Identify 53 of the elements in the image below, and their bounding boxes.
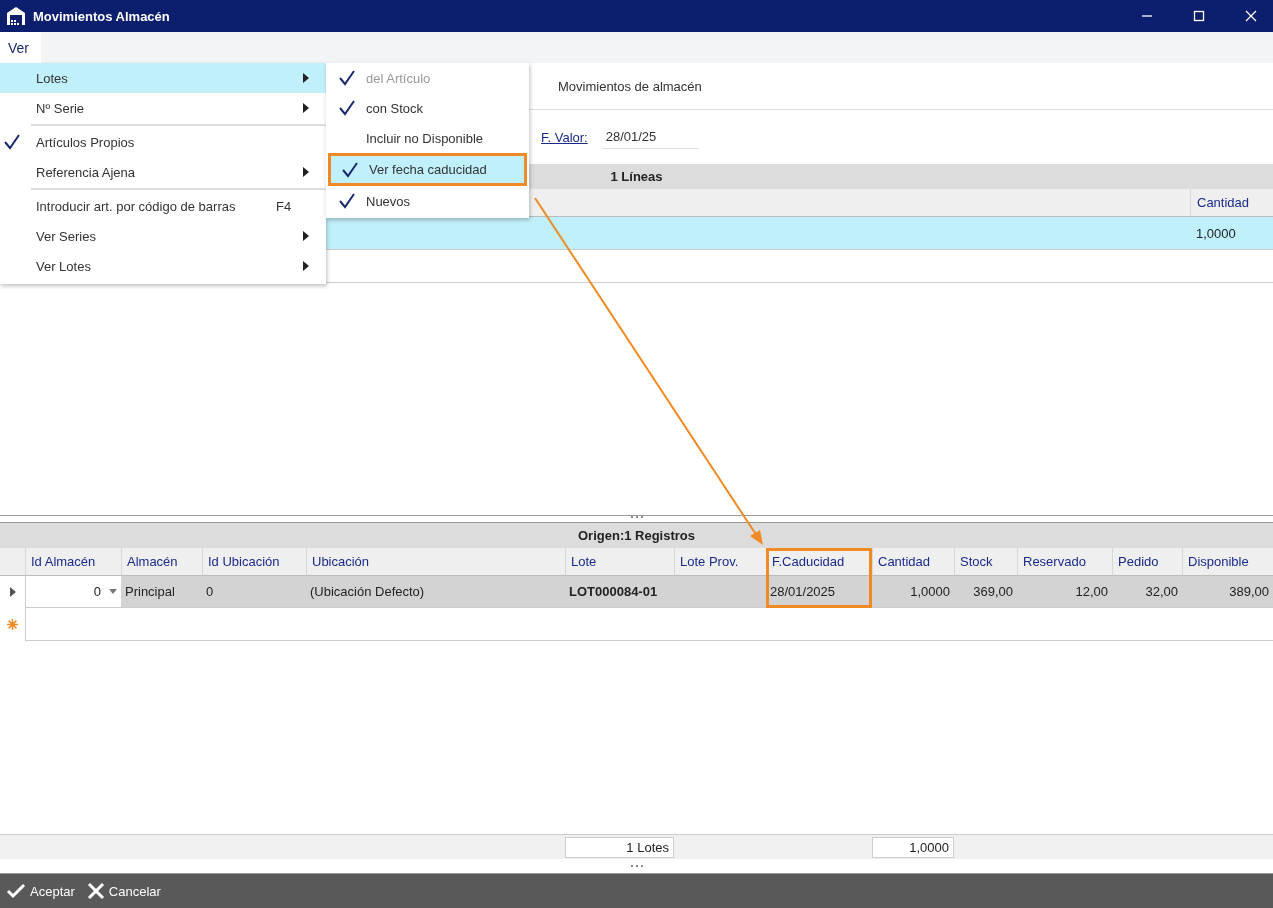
- column-header[interactable]: Reservado: [1017, 548, 1112, 576]
- date-link[interactable]: F. Valor:: [541, 129, 588, 145]
- column-header[interactable]: Almacén: [121, 548, 202, 576]
- column-header[interactable]: Pedido: [1112, 548, 1182, 576]
- table-cell: 0: [202, 576, 306, 608]
- grid-title: 1 Líneas: [610, 169, 663, 184]
- new-row-icon: [7, 619, 18, 630]
- table-cell: LOT000084-01: [565, 576, 674, 608]
- table-cell-text: 1,0000: [1195, 224, 1237, 243]
- window-title: Movimientos Almacén: [33, 8, 170, 24]
- column-header[interactable]: Lote Prov.: [674, 548, 766, 576]
- checkmark-icon: [6, 883, 26, 899]
- table-cell: 389,00: [1182, 576, 1273, 608]
- total-field: 1 Lotes: [565, 836, 674, 858]
- date-field[interactable]: 28/01/25: [601, 125, 698, 149]
- menu-item[interactable]: Ver Lotes: [0, 251, 326, 281]
- menu-item[interactable]: Artículos Propios: [0, 127, 326, 157]
- maximize-icon[interactable]: [1193, 10, 1205, 22]
- table-cell: Principal: [121, 576, 202, 608]
- column-header[interactable]: Stock: [954, 548, 1017, 576]
- column-header[interactable]: Disponible: [1182, 548, 1273, 576]
- caret-icon: [109, 589, 117, 594]
- splitter-grip-icon[interactable]: [629, 864, 644, 868]
- menu-item[interactable]: Referencia Ajena: [0, 157, 326, 187]
- menu-bar-item[interactable]: Ver: [0, 32, 41, 63]
- column-header[interactable]: Cantidad: [872, 548, 954, 576]
- menu-item[interactable]: Nuevos: [328, 186, 527, 216]
- table-cell: (Ubicación Defecto): [306, 576, 565, 608]
- table-cell: 369,00: [954, 576, 1017, 608]
- section-title: Movimientos de almacén: [558, 78, 702, 94]
- table-cell: 1,0000: [872, 576, 954, 608]
- table-cell: 32,00: [1112, 576, 1182, 608]
- accept-button[interactable]: Aceptar: [4, 881, 77, 901]
- menu-item[interactable]: Ver fecha caducidad: [328, 153, 527, 186]
- menu-item[interactable]: Incluir no Disponible: [328, 123, 527, 153]
- warehouse-icon: [6, 6, 26, 26]
- table-cell: 12,00: [1017, 576, 1112, 608]
- dropdown-cell[interactable]: 0: [25, 576, 121, 608]
- menu-item[interactable]: Lotes: [0, 63, 326, 93]
- close-icon[interactable]: [1245, 10, 1257, 22]
- splitter-grip-icon[interactable]: [629, 516, 644, 519]
- header-corner: [0, 548, 25, 576]
- cancel-button[interactable]: Cancelar: [84, 880, 163, 902]
- column-header[interactable]: Cantidad: [1190, 189, 1273, 216]
- column-header[interactable]: Id Ubicación: [202, 548, 306, 576]
- menu-item[interactable]: Nº Serie: [0, 93, 326, 123]
- column-header[interactable]: Lote: [565, 548, 674, 576]
- column-header[interactable]: Id Almacén: [25, 548, 121, 576]
- menu-item[interactable]: con Stock: [328, 93, 527, 123]
- grid-title: Origen:1 Registros: [578, 528, 695, 543]
- close-icon: [86, 882, 105, 900]
- total-field: 1,0000: [872, 836, 954, 858]
- column-header[interactable]: Ubicación: [306, 548, 565, 576]
